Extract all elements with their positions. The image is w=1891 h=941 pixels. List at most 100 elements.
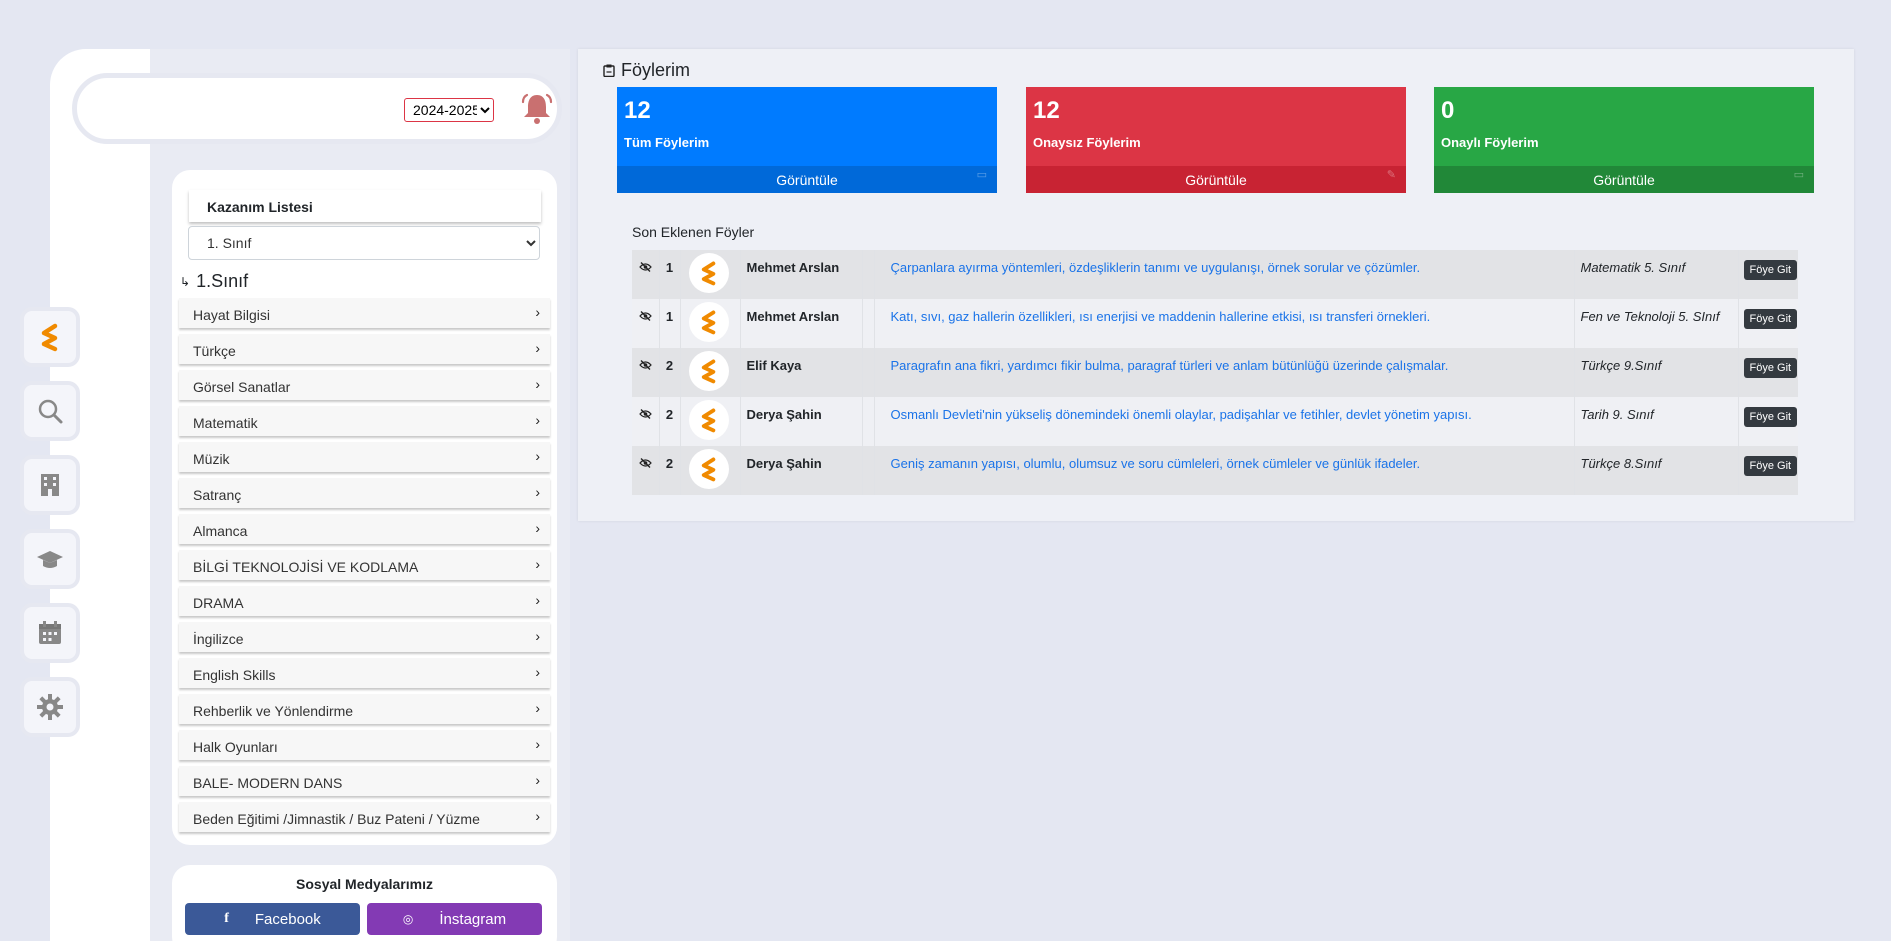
rail-search-button[interactable] [20,381,80,441]
foy-description-link[interactable]: Osmanlı Devleti'nin yükseliş dönemindeki… [891,407,1472,422]
stat-view-link[interactable]: Görüntüle ✎ [1026,166,1406,193]
foy-description-link[interactable]: Geniş zamanın yapısı, olumlu, olumsuz ve… [891,456,1421,471]
desc-cell: Osmanlı Devleti'nin yükseliş dönemindeki… [874,397,1575,446]
go-to-foy-button[interactable]: Föye Git [1743,407,1798,427]
go-to-foy-button[interactable]: Föye Git [1743,456,1798,476]
table-row: 2 Derya Şahin Geniş zamanın yapısı, olumlu… [632,446,1798,495]
search-icon [38,399,63,424]
subject-item[interactable]: English Skills › [179,658,550,688]
action-cell: Föye Git [1738,446,1798,495]
subject-label: Görsel Sanatlar [193,379,291,395]
subject-label: İngilizce [193,631,244,647]
subject-item[interactable]: Matematik › [179,406,550,436]
desc-cell: Çarpanlara ayırma yöntemleri, özdeşlikle… [874,250,1575,299]
author-name: Derya Şahin [740,397,863,446]
rail-home-button[interactable] [20,307,80,367]
chevron-right-icon: › [535,376,540,392]
go-to-foy-button[interactable]: Föye Git [1743,309,1798,329]
subject-label: Satranç [193,487,242,503]
subject-label: BİLGİ TEKNOLOJİSİ VE KODLAMA [193,559,419,575]
facebook-icon: f [224,911,229,926]
table-row: 2 Derya Şahin Osmanlı Devleti'nin yükseliş… [632,397,1798,446]
rail-education-button[interactable] [20,529,80,589]
visibility-off-icon[interactable] [632,397,660,446]
rail-calendar-button[interactable] [20,603,80,663]
subject-item[interactable]: Müzik › [179,442,550,472]
brand-logo-icon [688,400,729,440]
subject-item[interactable]: BALE- MODERN DANS › [179,766,550,796]
subject-list: Hayat Bilgisi › Türkçe › Görsel Sanatlar › Mat… [179,298,550,838]
subject-item[interactable]: Halk Oyunları › [179,730,550,760]
stat-view-label: Görüntüle [1185,172,1247,188]
instagram-button[interactable]: ◎ İnstagram [367,903,542,935]
logo-cell [680,348,741,397]
rail-building-button[interactable] [20,455,80,515]
subject-item[interactable]: Beden Eğitimi /Jimnastik / Buz Pateni / … [179,802,550,832]
visibility-off-icon[interactable] [632,348,660,397]
spacer-cell [862,397,875,446]
class-heading-text: 1.Sınıf [196,271,249,291]
subject-item[interactable]: Almanca › [179,514,550,544]
chevron-right-icon: › [535,484,540,500]
notification-bell-icon[interactable] [520,92,554,126]
table-row: 1 Mehmet Arslan Katı, sıvı, gaz hallerin ö… [632,299,1798,348]
subject-item[interactable]: Hayat Bilgisi › [179,298,550,328]
subject-item[interactable]: İngilizce › [179,622,550,652]
go-to-foy-button[interactable]: Föye Git [1743,358,1798,378]
recent-table: 1 Mehmet Arslan Çarpanlara ayırma yöntemle… [632,250,1798,495]
chevron-right-icon: › [535,304,540,320]
spacer-cell [862,446,875,495]
spacer-cell [862,299,875,348]
stat-label: Tüm Föylerim [624,135,710,150]
desc-cell: Katı, sıvı, gaz hallerin özellikleri, ıs… [874,299,1575,348]
foy-description-link[interactable]: Katı, sıvı, gaz hallerin özellikleri, ıs… [891,309,1431,324]
stat-view-label: Görüntüle [776,172,838,188]
page-title-text: Föylerim [621,60,691,80]
visibility-off-icon[interactable] [632,446,660,495]
page-title: Föylerim [603,60,690,81]
stat-card-approved: 0 Onaylı Föylerim Görüntüle ▭ [1434,87,1814,193]
row-number: 2 [659,397,681,446]
desc-cell: Geniş zamanın yapısı, olumlu, olumsuz ve… [874,446,1575,495]
social-title: Sosyal Medyalarımız [296,876,433,892]
spacer-cell [862,250,875,299]
chevron-right-icon: › [535,592,540,608]
subject-item[interactable]: Satranç › [179,478,550,508]
brand-logo-icon [688,351,729,391]
facebook-button[interactable]: f Facebook [185,903,360,935]
visibility-off-icon[interactable] [632,299,660,348]
stat-card-unapproved: 12 Onaysız Föylerim Görüntüle ✎ [1026,87,1406,193]
chevron-right-icon: › [535,772,540,788]
action-cell: Föye Git [1738,397,1798,446]
rail-settings-button[interactable] [20,677,80,737]
gear-icon [37,694,63,720]
go-to-foy-button[interactable]: Föye Git [1743,260,1798,280]
brand-logo-icon [688,302,729,342]
table-row: 1 Mehmet Arslan Çarpanlara ayırma yöntemle… [632,250,1798,299]
foy-description-link[interactable]: Çarpanlara ayırma yöntemleri, özdeşlikle… [891,260,1421,275]
stat-count: 0 [1441,97,1455,124]
chevron-right-icon: › [535,736,540,752]
subject-item[interactable]: Görsel Sanatlar › [179,370,550,400]
foy-description-link[interactable]: Paragrafın ana fikri, yardımcı fikir bul… [891,358,1449,373]
building-icon [41,474,59,496]
stat-label: Onaylı Föylerim [1441,135,1539,150]
subject-item[interactable]: Rehberlik ve Yönlendirme › [179,694,550,724]
visibility-off-icon[interactable] [632,250,660,299]
class-label: Türkçe 9.Sınıf [1574,348,1739,397]
row-number: 2 [659,446,681,495]
chevron-right-icon: › [535,520,540,536]
instagram-label: İnstagram [439,910,507,928]
stat-count: 12 [624,97,651,124]
class-select[interactable]: 1. Sınıf [188,226,540,260]
stat-view-link[interactable]: Görüntüle ▭ [617,166,997,193]
year-select[interactable]: 2024-2025 [404,98,494,122]
graduation-cap-icon [37,551,63,568]
logo-cell [680,397,741,446]
subject-item[interactable]: DRAMA › [179,586,550,616]
subject-item[interactable]: BİLGİ TEKNOLOJİSİ VE KODLAMA › [179,550,550,580]
stat-view-link[interactable]: Görüntüle ▭ [1434,166,1814,193]
subject-item[interactable]: Türkçe › [179,334,550,364]
brand-logo-icon [41,323,58,352]
chevron-right-icon: › [535,808,540,824]
